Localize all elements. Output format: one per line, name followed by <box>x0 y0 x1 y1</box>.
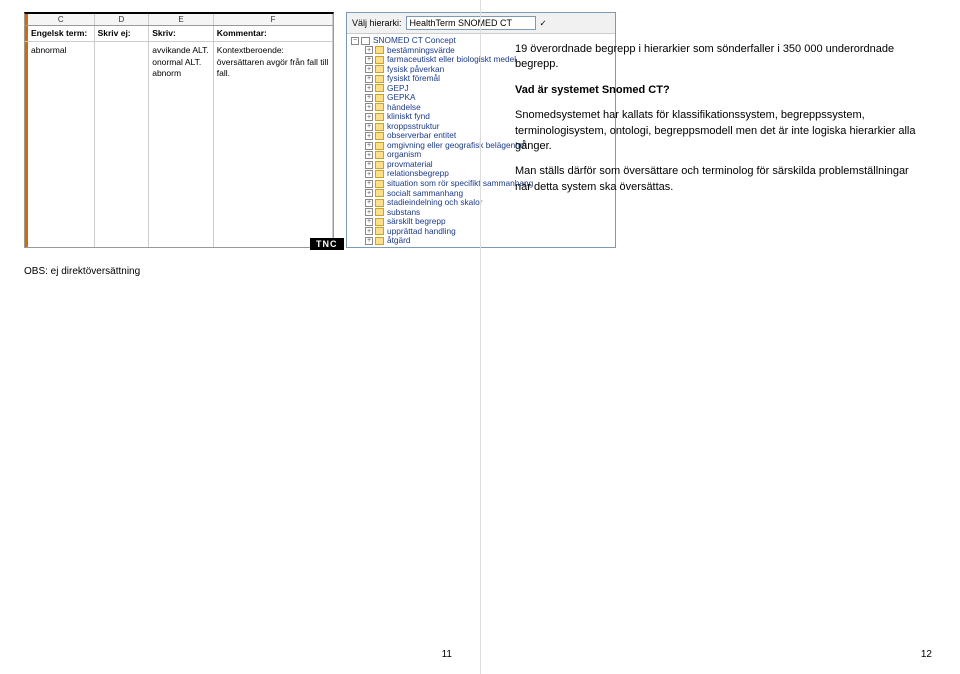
expand-icon[interactable]: + <box>365 180 373 188</box>
expand-icon[interactable]: + <box>365 199 373 207</box>
page-number: 12 <box>921 649 932 660</box>
expand-icon[interactable]: + <box>365 84 373 92</box>
expand-icon[interactable]: + <box>365 46 373 54</box>
folder-icon <box>375 142 384 150</box>
expand-icon[interactable]: + <box>365 56 373 64</box>
expand-icon[interactable]: + <box>365 227 373 235</box>
column-letters-row: C D E F <box>25 14 333 26</box>
folder-icon <box>375 218 384 226</box>
tree-item-label: åtgärd <box>387 236 411 246</box>
cell-term: abnormal <box>25 42 95 247</box>
col-d: D <box>95 14 150 25</box>
collapse-icon[interactable]: − <box>351 37 359 45</box>
folder-icon <box>375 161 384 169</box>
expand-icon[interactable]: + <box>365 208 373 216</box>
para-3: Man ställs därför som översättare och te… <box>515 164 916 195</box>
expand-icon[interactable]: + <box>365 161 373 169</box>
folder-icon <box>375 237 384 245</box>
folder-icon <box>375 56 384 64</box>
expand-icon[interactable]: + <box>365 75 373 83</box>
expand-icon[interactable]: + <box>365 170 373 178</box>
tree-label: Välj hierarki: <box>352 18 402 28</box>
header-skriv-ej: Skriv ej: <box>95 26 150 41</box>
folder-icon <box>375 65 384 73</box>
folder-icon <box>375 199 384 207</box>
expand-icon[interactable]: + <box>365 142 373 150</box>
folder-icon <box>375 103 384 111</box>
header-kommentar: Kommentar: <box>214 26 333 41</box>
folder-icon <box>375 113 384 121</box>
folder-icon <box>375 170 384 178</box>
col-e: E <box>149 14 214 25</box>
expand-icon[interactable]: + <box>365 237 373 245</box>
expand-icon[interactable]: + <box>365 218 373 226</box>
expand-icon[interactable]: + <box>365 132 373 140</box>
translation-table: C D E F Engelsk term: Skriv ej: Skriv: K… <box>24 12 334 248</box>
expand-icon[interactable]: + <box>365 123 373 131</box>
slide-11: C D E F Engelsk term: Skriv ej: Skriv: K… <box>0 0 480 674</box>
slide-12: 19 överordnade begrepp i hierarkier som … <box>480 0 960 674</box>
cell-skriv-ej <box>95 42 150 247</box>
expand-icon[interactable]: + <box>365 103 373 111</box>
folder-icon <box>375 180 384 188</box>
folder-icon <box>375 208 384 216</box>
para-1: 19 överordnade begrepp i hierarkier som … <box>515 42 916 73</box>
folder-icon <box>375 94 384 102</box>
folder-icon <box>375 151 384 159</box>
expand-icon[interactable]: + <box>365 151 373 159</box>
expand-icon[interactable]: + <box>365 94 373 102</box>
footnote: OBS: ej direktöversättning <box>24 266 456 277</box>
tnc-logo: TNC <box>310 238 344 250</box>
heading-question: Vad är systemet Snomed CT? <box>515 83 916 98</box>
header-term: Engelsk term: <box>25 26 95 41</box>
expand-icon[interactable]: + <box>365 113 373 121</box>
cell-kommentar: Kontextberoende: översättaren avgör från… <box>214 42 333 247</box>
folder-icon <box>375 46 384 54</box>
header-labels-row: Engelsk term: Skriv ej: Skriv: Kommentar… <box>25 26 333 42</box>
expand-icon[interactable]: + <box>365 189 373 197</box>
col-c: C <box>25 14 95 25</box>
para-2: Snomedsystemet har kallats för klassifik… <box>515 108 916 154</box>
data-row: abnormal avvikande ALT. onormal ALT. abn… <box>25 42 333 247</box>
header-skriv: Skriv: <box>149 26 214 41</box>
folder-icon <box>375 189 384 197</box>
folder-icon <box>375 132 384 140</box>
col-f: F <box>214 14 333 25</box>
folder-icon <box>375 75 384 83</box>
expand-icon[interactable]: + <box>365 65 373 73</box>
page-number: 11 <box>442 649 452 660</box>
body-text: 19 överordnade begrepp i hierarkier som … <box>505 42 936 195</box>
folder-icon <box>361 37 370 45</box>
cell-skriv: avvikande ALT. onormal ALT. abnorm <box>149 42 214 247</box>
folder-icon <box>375 123 384 131</box>
folder-icon <box>375 227 384 235</box>
folder-icon <box>375 84 384 92</box>
